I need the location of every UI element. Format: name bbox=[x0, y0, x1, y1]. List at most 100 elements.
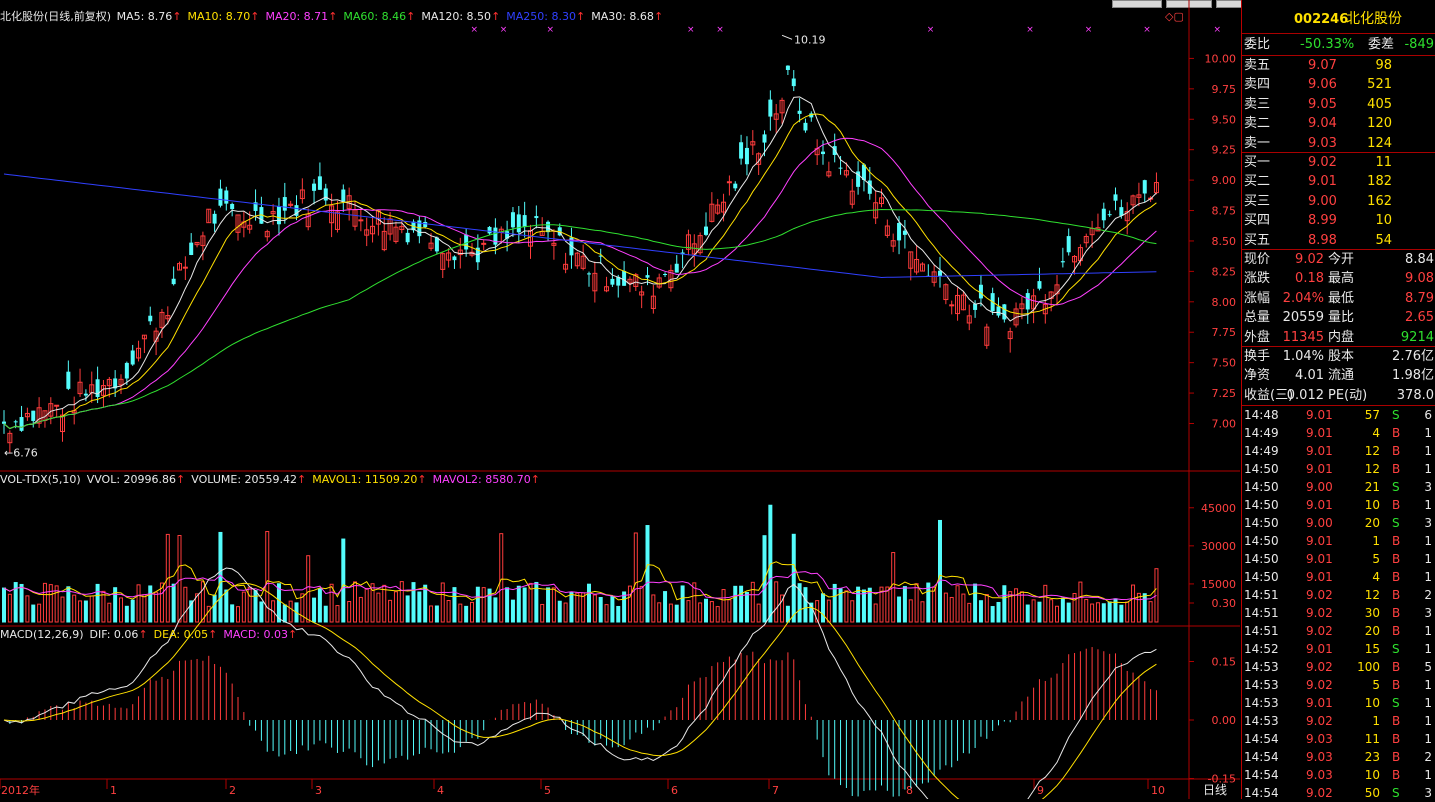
volume-bar bbox=[411, 582, 416, 623]
tick-price: 9.01 bbox=[1306, 498, 1333, 512]
x-axis-label: 7 bbox=[772, 784, 779, 797]
tick-time: 14:54 bbox=[1244, 786, 1279, 800]
volume-bar bbox=[493, 597, 498, 623]
tick-row: 14:50 9.01 1 B 1 bbox=[1242, 532, 1435, 550]
arrow-up-icon: ↑ bbox=[576, 10, 586, 23]
tick-price: 9.01 bbox=[1306, 642, 1333, 656]
ask-price: 9.03 bbox=[1308, 135, 1337, 151]
ask-row: 卖一 9.03 124 bbox=[1242, 134, 1435, 153]
candle-body bbox=[739, 142, 744, 159]
stat-row: 外盘 11345 内盘 9214 bbox=[1242, 328, 1435, 347]
tick-volume: 4 bbox=[1372, 570, 1380, 584]
candle-body bbox=[19, 417, 24, 431]
tick-row: 14:50 9.01 10 B 1 bbox=[1242, 496, 1435, 514]
tick-price: 9.03 bbox=[1306, 750, 1333, 764]
candle-body bbox=[897, 222, 902, 241]
stat-value: 2.65 bbox=[1405, 310, 1434, 326]
volume-bar bbox=[668, 603, 673, 623]
volume-bar bbox=[645, 525, 650, 623]
tick-time: 14:52 bbox=[1244, 642, 1279, 656]
volume-bar bbox=[247, 586, 252, 623]
kline-legend-item: MA5: 8.76 bbox=[116, 10, 173, 23]
signal-mark-icon: × bbox=[1085, 25, 1093, 35]
volume-bar bbox=[206, 605, 211, 623]
volume-legend-item: MAVOL1: 11509.20 bbox=[312, 473, 418, 486]
dea-line bbox=[3, 582, 1157, 799]
volume-bar bbox=[832, 583, 837, 623]
candle-body bbox=[31, 410, 36, 421]
volume-bar bbox=[42, 582, 47, 623]
stat-label: 股本 bbox=[1328, 349, 1355, 364]
tick-time: 14:48 bbox=[1244, 408, 1279, 422]
volume-bar bbox=[750, 581, 755, 623]
x-axis-label: 5 bbox=[544, 784, 551, 797]
candle-body bbox=[1107, 214, 1112, 216]
volume-bar bbox=[440, 582, 445, 623]
volume-bar bbox=[417, 591, 422, 623]
volume-bar bbox=[844, 590, 849, 623]
kline-legend-item: MA20: 8.71 bbox=[265, 10, 329, 23]
volume-bar bbox=[709, 601, 714, 623]
stat2-row: 净资 4.01 流通 1.98亿 bbox=[1242, 366, 1435, 385]
candle-body bbox=[341, 189, 346, 202]
tick-side: B bbox=[1392, 678, 1401, 692]
candle-body bbox=[510, 212, 515, 228]
volume-bar bbox=[25, 595, 30, 623]
volume-bar bbox=[1119, 604, 1124, 623]
ask-volume: 124 bbox=[1367, 135, 1392, 151]
candle-body bbox=[791, 78, 796, 87]
tick-side: S bbox=[1392, 642, 1400, 656]
y-tick-label: 7.00 bbox=[1212, 417, 1237, 430]
arrow-up-icon: ↑ bbox=[297, 473, 307, 486]
period-label: 日线 bbox=[1203, 783, 1227, 797]
volume-bar bbox=[405, 595, 410, 623]
tick-row: 14:52 9.01 15 S 1 bbox=[1242, 640, 1435, 658]
panel-restore-icon[interactable]: ◇▢ bbox=[1165, 10, 1184, 23]
stat-value: 9214 bbox=[1400, 329, 1434, 345]
candle-body bbox=[704, 226, 708, 235]
candle-body bbox=[1142, 180, 1147, 194]
tick-volume: 15 bbox=[1364, 642, 1380, 656]
volume-bar bbox=[651, 594, 656, 623]
volume-bar bbox=[341, 538, 346, 623]
tick-volume: 20 bbox=[1364, 516, 1380, 530]
volume-bar bbox=[388, 599, 393, 623]
candle-body bbox=[189, 242, 194, 255]
tick-side: B bbox=[1392, 714, 1401, 728]
volume-bar bbox=[1060, 597, 1065, 623]
tick-time: 14:49 bbox=[1244, 426, 1279, 440]
ask-volume: 521 bbox=[1367, 77, 1392, 93]
stat-value: 2.04% bbox=[1282, 290, 1324, 306]
candlestick-chart[interactable]: 10.009.759.509.259.008.758.508.258.007.7… bbox=[0, 0, 1240, 799]
candle-body bbox=[224, 190, 229, 204]
kline-legend-item: MA120: 8.50 bbox=[421, 10, 492, 23]
signal-mark-icon: × bbox=[687, 25, 695, 35]
tick-row: 14:49 9.01 4 B 1 bbox=[1242, 424, 1435, 442]
volume-bar bbox=[598, 597, 603, 623]
tick-price: 9.01 bbox=[1306, 444, 1333, 458]
tick-side: S bbox=[1392, 408, 1400, 422]
candle-body bbox=[312, 183, 317, 191]
stat-value: 9.02 bbox=[1295, 252, 1324, 267]
y-tick-label: 8.50 bbox=[1212, 235, 1237, 248]
volume-bar bbox=[622, 591, 627, 623]
tick-side: B bbox=[1392, 462, 1401, 476]
tick-volume: 30 bbox=[1364, 606, 1380, 620]
tick-price: 9.00 bbox=[1306, 480, 1333, 494]
stat-label: 涨幅 bbox=[1244, 290, 1271, 306]
y-tick-label: 7.25 bbox=[1212, 387, 1237, 400]
bid-label: 买四 bbox=[1244, 213, 1271, 229]
tick-volume: 100 bbox=[1357, 660, 1380, 674]
signal-mark-icon: × bbox=[500, 25, 508, 35]
ma5-line bbox=[3, 96, 1157, 430]
candle-body bbox=[405, 232, 410, 243]
volume-tick-label: 15000 bbox=[1201, 578, 1236, 591]
macd-legend-item: DEA: 0.05 bbox=[153, 628, 209, 641]
chart-area[interactable]: 10.00 9.75 9.50 9.25 9.00 8.75 8.50 8.25 8.00 7.7… bbox=[0, 0, 1240, 799]
stat-label: 今开 bbox=[1328, 252, 1355, 267]
volume-bar bbox=[154, 591, 159, 623]
candle-body bbox=[516, 214, 521, 233]
volume-bar bbox=[347, 600, 352, 623]
tick-side: B bbox=[1392, 534, 1401, 548]
stat-value: 9.08 bbox=[1405, 271, 1434, 287]
